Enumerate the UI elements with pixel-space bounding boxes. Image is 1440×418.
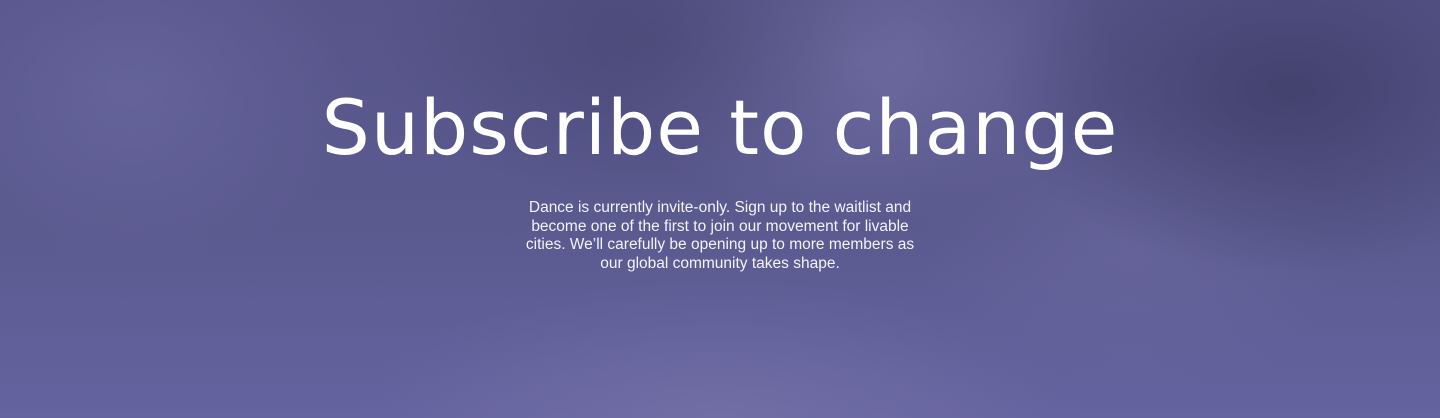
hero-description: Dance is currently invite-only. Sign up … — [525, 199, 915, 272]
page-title: Subscribe to change — [321, 83, 1119, 172]
subscribe-hero: Subscribe to change Dance is currently i… — [0, 0, 1440, 418]
